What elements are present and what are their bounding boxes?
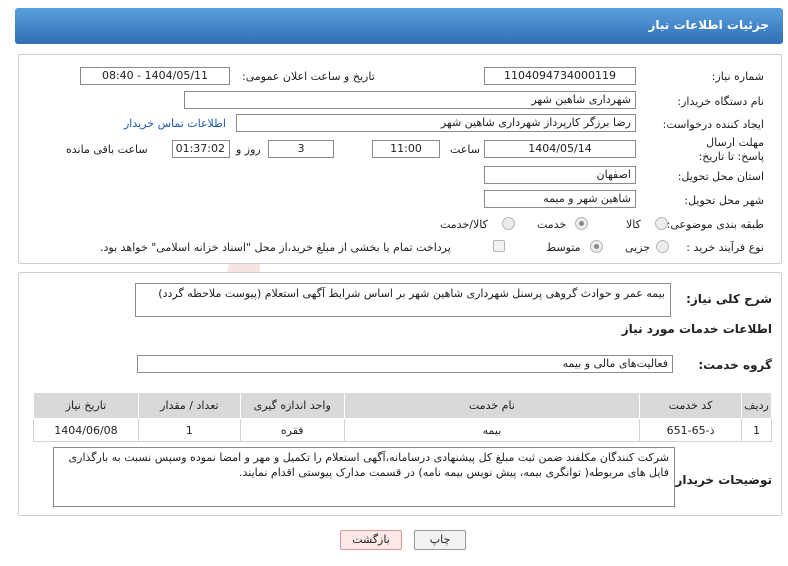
requester-label: ایجاد کننده درخواست: xyxy=(662,118,764,131)
days-label: روز و xyxy=(236,143,261,156)
buyer-org-label: نام دستگاه خریدار: xyxy=(677,95,764,108)
page-title: جزئیات اطلاعات نیاز xyxy=(648,18,769,32)
announce-datetime-field: 1404/05/11 - 08:40 xyxy=(80,67,230,85)
deadline-label: مهلت ارسال پاسخ: تا تاریخ: xyxy=(698,136,764,163)
need-number-label: شماره نیاز: xyxy=(711,70,764,83)
process-minor-radio[interactable] xyxy=(656,240,669,253)
col-service-code: کد خدمت xyxy=(639,392,743,419)
cell-quantity: 1 xyxy=(137,418,241,442)
treasury-payment-note: پرداخت تمام یا بخشی از مبلغ خرید،از محل … xyxy=(100,241,451,254)
category-goods-service-label: کالا/خدمت xyxy=(440,218,488,231)
col-service-name: نام خدمت xyxy=(343,392,641,419)
province-field: اصفهان xyxy=(484,166,636,184)
deadline-date-field: 1404/05/14 xyxy=(484,140,636,158)
province-label: استان محل تحویل: xyxy=(677,170,764,183)
need-info-panel xyxy=(18,54,782,264)
col-need-date: تاریخ نیاز xyxy=(33,392,139,419)
process-medium-radio[interactable] xyxy=(590,240,603,253)
process-type-label: نوع فرآیند خرید : xyxy=(686,241,764,254)
treasury-payment-checkbox[interactable] xyxy=(493,240,505,252)
summary-label: شرح کلی نیاز: xyxy=(686,292,772,306)
city-field: شاهین شهر و میمه xyxy=(484,190,636,208)
col-row-number: ردیف xyxy=(741,392,772,419)
process-medium-label: متوسط xyxy=(546,241,581,254)
services-table: ردیف کد خدمت نام خدمت واحد اندازه گیری ت… xyxy=(33,392,772,442)
col-quantity: تعداد / مقدار xyxy=(137,392,241,419)
buyer-notes-label: توضیحات خریدار: xyxy=(670,473,772,487)
col-unit: واحد اندازه گیری xyxy=(239,392,345,419)
category-goods-service-radio[interactable] xyxy=(502,217,515,230)
city-label: شهر محل تحویل: xyxy=(684,194,764,207)
time-remaining-field: 01:37:02 xyxy=(172,140,230,158)
need-number-field: 1104094734000119 xyxy=(484,67,636,85)
buyer-contact-link[interactable]: اطلاعات تماس خریدار xyxy=(124,117,226,130)
cell-service-code: ذ-65-651 xyxy=(639,418,743,442)
process-minor-label: جزیی xyxy=(625,241,651,254)
category-goods-radio[interactable] xyxy=(655,217,668,230)
deadline-time-label: ساعت xyxy=(450,143,480,156)
service-group-label: گروه خدمت: xyxy=(698,358,772,372)
category-service-label: خدمت xyxy=(537,218,567,231)
cell-row-number: 1 xyxy=(741,418,772,442)
deadline-time-field: 11:00 xyxy=(372,140,440,158)
time-remaining-label: ساعت باقی مانده xyxy=(66,143,148,156)
service-group-field: فعالیت‌های مالی و بیمه xyxy=(137,355,673,373)
days-remaining-field: 3 xyxy=(268,140,334,158)
category-label: طبقه بندی موضوعی: xyxy=(666,218,764,231)
page-header: جزئیات اطلاعات نیاز xyxy=(15,8,783,44)
table-row: 1 ذ-65-651 بیمه فقره 1 1404/06/08 xyxy=(33,418,772,442)
buyer-org-field: شهرداری شاهین شهر xyxy=(184,91,636,109)
requester-field: رضا برزگر کارپرداز شهرداری شاهین شهر xyxy=(236,114,636,132)
table-header-row: ردیف کد خدمت نام خدمت واحد اندازه گیری ت… xyxy=(33,392,772,419)
category-goods-label: کالا xyxy=(626,218,641,231)
cell-unit: فقره xyxy=(239,418,345,442)
summary-textarea: بیمه عمر و حوادث گروهی پرسنل شهرداری شاه… xyxy=(135,283,671,317)
services-heading: اطلاعات خدمات مورد نیاز xyxy=(621,322,772,336)
category-service-radio[interactable] xyxy=(575,217,588,230)
back-button[interactable]: بازگشت xyxy=(340,530,402,550)
announce-label: تاریخ و ساعت اعلان عمومی: xyxy=(242,70,375,83)
cell-service-name: بیمه xyxy=(343,418,641,442)
buyer-notes-textarea: شرکت کنندگان مکلفند ضمن ثبت مبلغ کل پیشن… xyxy=(53,447,675,507)
cell-need-date: 1404/06/08 xyxy=(33,418,139,442)
print-button[interactable]: چاپ xyxy=(414,530,466,550)
